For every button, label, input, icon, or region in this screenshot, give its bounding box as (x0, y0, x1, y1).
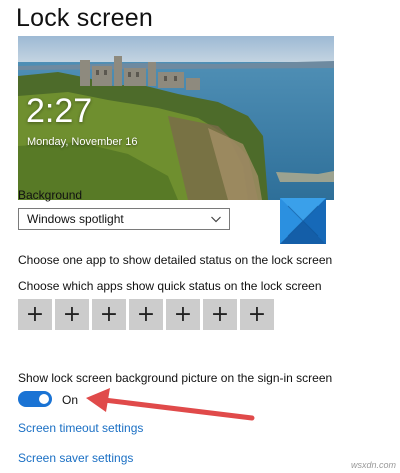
plus-icon: + (99, 302, 119, 327)
signin-picture-label: Show lock screen background picture on t… (18, 371, 333, 385)
preview-date: Monday, November 16 (27, 136, 138, 148)
background-dropdown-value: Windows spotlight (27, 212, 124, 226)
quick-status-slot-2[interactable]: + (55, 299, 89, 330)
plus-icon: + (25, 302, 45, 327)
plus-icon: + (247, 302, 267, 327)
watermark: wsxdn.com (350, 460, 396, 470)
lock-screen-preview: 2:27 Monday, November 16 (18, 36, 334, 200)
plus-icon: + (62, 302, 82, 327)
page-title: Lock screen (16, 4, 153, 32)
quick-status-label: Choose which apps show quick status on t… (18, 279, 322, 293)
quick-status-slot-7[interactable]: + (240, 299, 274, 330)
screen-saver-settings-link[interactable]: Screen saver settings (18, 451, 133, 465)
quick-status-slot-4[interactable]: + (129, 299, 163, 330)
preview-clock: 2:27 (26, 92, 93, 130)
screen-timeout-settings-link[interactable]: Screen timeout settings (18, 421, 143, 435)
plus-icon: + (136, 302, 156, 327)
signin-picture-toggle[interactable] (18, 391, 52, 407)
toggle-state-label: On (62, 393, 79, 407)
quick-status-slot-5[interactable]: + (166, 299, 200, 330)
quick-status-slot-3[interactable]: + (92, 299, 126, 330)
quick-status-slots: + + + + + + + (18, 299, 274, 330)
quick-status-slot-6[interactable]: + (203, 299, 237, 330)
chevron-down-icon (211, 216, 221, 223)
background-dropdown[interactable]: Windows spotlight (18, 208, 230, 230)
detailed-status-label: Choose one app to show detailed status o… (18, 253, 333, 267)
background-label: Background (18, 188, 83, 202)
quick-status-slot-1[interactable]: + (18, 299, 52, 330)
windows-logo-icon (280, 198, 326, 244)
plus-icon: + (173, 302, 193, 327)
plus-icon: + (210, 302, 230, 327)
toggle-knob (39, 394, 49, 404)
